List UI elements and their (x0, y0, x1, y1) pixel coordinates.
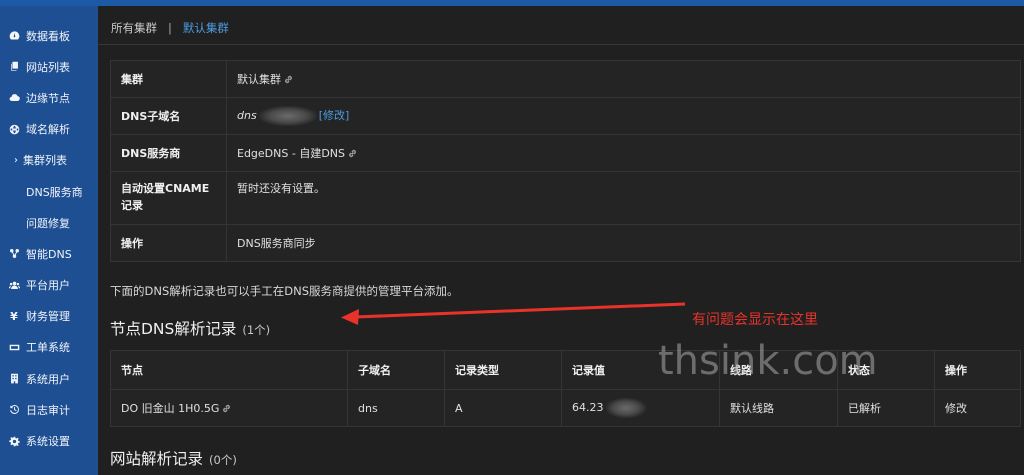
table-row: DO 旧金山 1H0.5G dns A 64.23 默认线路 已解析 修改 (110, 389, 1021, 427)
sidebar-item-label: 智能DNS (26, 247, 72, 261)
annotation-text: 有问题会显示在这里 (692, 312, 818, 328)
main-content: 所有集群 | 默认集群 集群 默认集群 DNS子域名 dns [修改] DNS服务… (98, 6, 1024, 475)
subdomain-label: DNS子域名 (110, 97, 227, 135)
cname-label: 自动设置CNAME记录 (110, 171, 227, 225)
chevron-right-icon: › (14, 154, 18, 166)
sidebar-item-label: 网站列表 (26, 60, 70, 74)
users-icon (8, 279, 20, 291)
cname-value: 暂时还没有设置。 (226, 171, 1021, 225)
breadcrumb-all-clusters[interactable]: 所有集群 (111, 20, 157, 36)
cluster-label: 集群 (110, 60, 227, 98)
redacted-blur (258, 106, 317, 126)
watermark: thsink.com (658, 338, 878, 384)
cluster-info-table: 集群 默认集群 DNS子域名 dns [修改] DNS服务商 EdgeDNS - … (110, 60, 1021, 262)
link-icon[interactable] (348, 148, 357, 158)
sidebar-item-label: 域名解析 (26, 123, 70, 137)
subdomain-cell: dns (347, 389, 445, 427)
action-label: 操作 (110, 224, 227, 262)
sidebar-item-cluster-list[interactable]: › 集群列表 (0, 145, 98, 176)
sidebar-item-platform-users[interactable]: 平台用户 (0, 270, 98, 301)
site-records-title: 网站解析记录 (0个) (110, 447, 237, 469)
annotation-arrow (341, 302, 686, 325)
sidebar-item-label: 数据看板 (26, 29, 70, 43)
sidebar-item-label: 日志审计 (26, 403, 70, 417)
link-icon[interactable] (284, 74, 293, 84)
sidebar-item-tickets[interactable]: 工单系统 (0, 332, 98, 363)
cluster-value-cell: 默认集群 (226, 60, 1021, 98)
link-icon[interactable] (222, 403, 231, 413)
dns-sync-link[interactable]: DNS服务商同步 (227, 225, 1021, 262)
dashboard-icon (8, 30, 20, 42)
record-value: 64.23 (572, 401, 604, 414)
breadcrumb-current[interactable]: 默认集群 (183, 20, 229, 36)
edit-record-link[interactable]: 修改 (935, 390, 1021, 427)
subdomain-value-cell: dns [修改] (226, 97, 1021, 135)
sidebar-item-dns[interactable]: 域名解析 (0, 114, 98, 145)
table-row: DNS子域名 dns [修改] (110, 97, 1021, 135)
redacted-blur (605, 398, 646, 418)
table-header-row: 节点 子域名 记录类型 记录值 线路 状态 操作 (110, 350, 1021, 390)
building-icon (8, 373, 20, 385)
table-row: 自动设置CNAME记录 暂时还没有设置。 (110, 171, 1021, 225)
sidebar-item-label: 集群列表 (23, 154, 67, 168)
sidebar-item-label: 财务管理 (26, 310, 70, 324)
sidebar-item-dns-providers[interactable]: DNS服务商 (0, 176, 98, 207)
network-icon (8, 248, 20, 260)
table-row: DNS服务商 EdgeDNS - 自建DNS (110, 134, 1021, 172)
yen-icon: ¥ (10, 309, 18, 323)
col-action: 操作 (934, 350, 1021, 390)
node-name[interactable]: DO 旧金山 1H0.5G (121, 402, 219, 415)
sidebar: 数据看板 网站列表 边缘节点 域名解析 › 集群列表 DNS服务商 问题修复 智… (0, 6, 98, 475)
node-cell: DO 旧金山 1H0.5G (110, 389, 348, 427)
copy-icon (8, 61, 20, 73)
col-type: 记录类型 (444, 350, 562, 390)
gear-icon (8, 435, 20, 447)
cloud-icon (8, 92, 20, 104)
provider-value-cell: EdgeDNS - 自建DNS (226, 134, 1021, 172)
table-row: 集群 默认集群 (110, 60, 1021, 98)
status-badge: 已解析 (837, 389, 935, 427)
sidebar-item-label: 平台用户 (26, 279, 70, 293)
sidebar-item-audit-log[interactable]: 日志审计 (0, 394, 98, 425)
sidebar-item-label: 问题修复 (26, 216, 70, 230)
sidebar-item-settings[interactable]: 系统设置 (0, 425, 98, 456)
node-records-count: (1个) (242, 323, 271, 337)
breadcrumb: 所有集群 | 默认集群 (111, 20, 229, 36)
site-records-heading: 网站解析记录 (110, 450, 204, 468)
sidebar-item-system-users[interactable]: 系统用户 (0, 363, 98, 394)
sidebar-item-smart-dns[interactable]: 智能DNS (0, 238, 98, 269)
cluster-value[interactable]: 默认集群 (237, 73, 281, 86)
sidebar-item-label: 系统设置 (26, 435, 70, 449)
node-records-heading: 节点DNS解析记录 (110, 320, 237, 338)
sidebar-item-edge-nodes[interactable]: 边缘节点 (0, 82, 98, 113)
sidebar-item-label: 系统用户 (26, 372, 70, 386)
line-cell: 默认线路 (719, 389, 838, 427)
value-cell: 64.23 (561, 389, 720, 427)
node-records-title: 节点DNS解析记录 (1个) (110, 317, 270, 339)
globe-icon (8, 123, 20, 135)
subdomain-prefix: dns (237, 109, 257, 122)
sidebar-item-label: 工单系统 (26, 341, 70, 355)
history-icon (8, 404, 20, 416)
node-records-table: 节点 子域名 记录类型 记录值 线路 状态 操作 DO 旧金山 1H0.5G d… (110, 350, 1021, 427)
sidebar-item-label: 边缘节点 (26, 91, 70, 105)
subdomain-edit-link[interactable]: [修改] (319, 109, 350, 122)
breadcrumb-divider (98, 44, 1024, 45)
sidebar-item-issues[interactable]: 问题修复 (0, 207, 98, 238)
site-records-count: (0个) (209, 453, 237, 467)
type-cell: A (444, 389, 562, 427)
breadcrumb-separator: | (168, 21, 172, 35)
table-row: 操作 DNS服务商同步 (110, 224, 1021, 262)
sidebar-item-dashboard[interactable]: 数据看板 (0, 20, 98, 51)
sidebar-item-label: DNS服务商 (26, 185, 83, 199)
sidebar-item-sites[interactable]: 网站列表 (0, 51, 98, 82)
sidebar-item-finance[interactable]: ¥ 财务管理 (0, 301, 98, 332)
provider-value[interactable]: EdgeDNS - 自建DNS (237, 147, 345, 160)
ticket-icon (8, 341, 20, 353)
provider-label: DNS服务商 (110, 134, 227, 172)
col-node: 节点 (110, 350, 348, 390)
col-subdomain: 子域名 (347, 350, 445, 390)
